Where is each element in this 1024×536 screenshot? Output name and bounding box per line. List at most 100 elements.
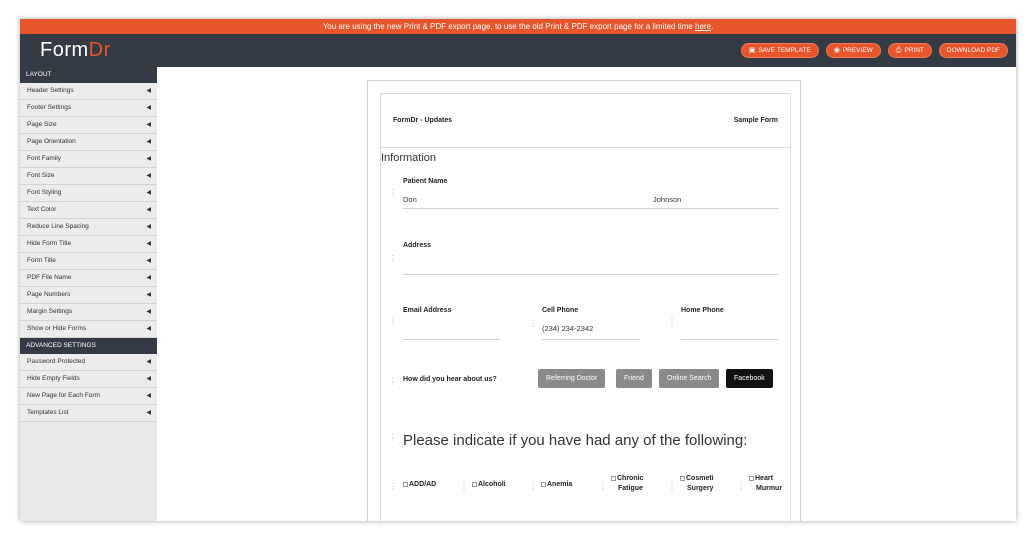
email-underline[interactable] bbox=[403, 339, 500, 340]
sidebar-item-label: Form Title bbox=[27, 257, 56, 264]
checkbox-icon bbox=[403, 481, 408, 487]
patient-name-label: Patient Name bbox=[403, 178, 448, 185]
sidebar-item-margin-settings[interactable]: Margin Settings ◀ bbox=[20, 304, 157, 321]
last-name-value[interactable]: Johnson bbox=[653, 195, 681, 204]
sidebar-item-form-title[interactable]: Form Title ◀ bbox=[20, 253, 157, 270]
printer-icon: ⎙ bbox=[895, 47, 902, 54]
pdf-preview-paper: FormDr - Updates Sample Form Information… bbox=[367, 80, 801, 521]
checkbox-icon bbox=[472, 481, 477, 487]
sidebar-item-label: Hide Empty Fields bbox=[27, 375, 80, 382]
first-name-value[interactable]: Don bbox=[403, 195, 417, 204]
download-pdf-label: DOWNLOAD PDF bbox=[946, 47, 1000, 54]
sidebar-item-hide-form-title[interactable]: Hide Form Title ◀ bbox=[20, 236, 157, 253]
formdr-logo[interactable]: FormDr bbox=[40, 39, 111, 62]
drag-handle-icon[interactable]: ⋮ bbox=[389, 483, 397, 491]
sidebar-item-page-numbers[interactable]: Page Numbers ◀ bbox=[20, 287, 157, 304]
drag-handle-icon[interactable]: ⋮ bbox=[668, 483, 676, 491]
condition-heart-murmur[interactable]: Heart Murmur bbox=[749, 474, 789, 494]
top-header: FormDr ▣ SAVE TEMPLATE ◉ PREVIEW ⎙ PRINT… bbox=[20, 34, 1016, 67]
caret-left-icon: ◀ bbox=[146, 393, 151, 399]
sidebar-item-password-protected[interactable]: Password Protected ◀ bbox=[20, 354, 157, 371]
sidebar-item-text-color[interactable]: Text Color ◀ bbox=[20, 202, 157, 219]
conditions-question: Please indicate if you have had any of t… bbox=[403, 432, 748, 449]
notice-banner: You are using the new Print & PDF export… bbox=[20, 19, 1016, 34]
drag-handle-icon[interactable]: ⋮ bbox=[599, 483, 607, 491]
checkbox-icon bbox=[749, 475, 754, 481]
option-facebook[interactable]: Facebook bbox=[726, 369, 773, 388]
sidebar-item-new-page-for-each-form[interactable]: New Page for Each Form ◀ bbox=[20, 388, 157, 405]
drag-handle-icon[interactable]: ⋮ bbox=[389, 255, 397, 263]
sidebar-item-reduce-line-spacing[interactable]: Reduce Line Spacing ◀ bbox=[20, 219, 157, 236]
save-template-button[interactable]: ▣ SAVE TEMPLATE bbox=[740, 43, 819, 58]
option-referring-doctor[interactable]: Referring Doctor bbox=[538, 369, 606, 388]
banner-here-link[interactable]: here bbox=[695, 22, 711, 31]
checkbox-icon bbox=[680, 475, 685, 481]
sidebar-item-label: Footer Settings bbox=[27, 104, 72, 111]
caret-left-icon: ◀ bbox=[146, 105, 151, 111]
caret-left-icon: ◀ bbox=[146, 376, 151, 382]
drag-handle-icon[interactable]: ⋮ bbox=[737, 483, 745, 491]
sidebar-item-font-size[interactable]: Font Size ◀ bbox=[20, 168, 157, 185]
caret-left-icon: ◀ bbox=[146, 410, 151, 416]
caret-left-icon: ◀ bbox=[146, 88, 151, 94]
caret-left-icon: ◀ bbox=[146, 224, 151, 230]
sidebar-item-header-settings[interactable]: Header Settings ◀ bbox=[20, 83, 157, 100]
condition-anemia[interactable]: Anemia bbox=[541, 480, 572, 490]
settings-sidebar: LAYOUT Header Settings ◀ Footer Settings ◀ P… bbox=[20, 67, 157, 521]
sidebar-item-label: PDF File Name bbox=[27, 274, 72, 281]
option-online-search[interactable]: Online Search bbox=[659, 369, 720, 388]
sidebar-item-label: Margin Settings bbox=[27, 308, 73, 315]
caret-left-icon: ◀ bbox=[146, 207, 151, 213]
address-underline[interactable] bbox=[403, 274, 778, 275]
patient-name-underline bbox=[403, 208, 778, 209]
sidebar-item-label: Page Size bbox=[27, 121, 57, 128]
sidebar-item-page-orientation[interactable]: Page Orientation ◀ bbox=[20, 134, 157, 151]
drag-handle-icon[interactable]: ⋮ bbox=[460, 483, 468, 491]
banner-suffix: . bbox=[711, 22, 714, 31]
drag-handle-icon[interactable]: ⋮ bbox=[389, 189, 397, 197]
condition-cosmetic-surgery[interactable]: Cosmeti Surgery bbox=[680, 474, 714, 494]
preview-button[interactable]: ◉ PREVIEW bbox=[825, 43, 881, 58]
layout-list: Header Settings ◀ Footer Settings ◀ Page Siz… bbox=[20, 83, 157, 338]
hear-about-label: How did you hear about us? bbox=[403, 376, 497, 383]
advanced-list: Password Protected ◀ Hide Empty Fields ◀ New… bbox=[20, 354, 157, 422]
sidebar-item-font-family[interactable]: Font Family ◀ bbox=[20, 151, 157, 168]
sidebar-item-page-size[interactable]: Page Size ◀ bbox=[20, 117, 157, 134]
sidebar-item-label: Page Orientation bbox=[27, 138, 76, 145]
sidebar-item-footer-settings[interactable]: Footer Settings ◀ bbox=[20, 100, 157, 117]
home-phone-underline[interactable] bbox=[681, 339, 778, 340]
eye-icon: ◉ bbox=[833, 47, 840, 54]
condition-alcoholism[interactable]: Alcoholi bbox=[472, 480, 506, 490]
section-title: Information bbox=[381, 152, 437, 164]
save-icon: ▣ bbox=[748, 47, 756, 54]
header-actions: ▣ SAVE TEMPLATE ◉ PREVIEW ⎙ PRINT DOWNLO… bbox=[740, 43, 1008, 58]
sidebar-item-font-styling[interactable]: Font Styling ◀ bbox=[20, 185, 157, 202]
sidebar-item-label: Font Family bbox=[27, 155, 61, 162]
condition-add-adhd[interactable]: ADD/AD bbox=[403, 480, 436, 490]
drag-handle-icon[interactable]: ⋮ bbox=[389, 434, 397, 442]
drag-handle-icon[interactable]: ⋮ bbox=[529, 483, 537, 491]
sidebar-item-pdf-file-name[interactable]: PDF File Name ◀ bbox=[20, 270, 157, 287]
drag-handle-icon[interactable]: ⋮ bbox=[389, 378, 397, 386]
download-pdf-button[interactable]: DOWNLOAD PDF bbox=[938, 43, 1008, 58]
sidebar-item-label: Font Styling bbox=[27, 189, 62, 196]
workspace: LAYOUT Header Settings ◀ Footer Settings ◀ P… bbox=[20, 67, 1016, 521]
drag-handle-icon[interactable]: ⋮ bbox=[668, 318, 676, 326]
sidebar-item-hide-empty-fields[interactable]: Hide Empty Fields ◀ bbox=[20, 371, 157, 388]
app-window: You are using the new Print & PDF export… bbox=[20, 19, 1016, 521]
save-template-label: SAVE TEMPLATE bbox=[758, 47, 811, 54]
cell-phone-underline bbox=[542, 339, 640, 340]
print-button[interactable]: ⎙ PRINT bbox=[887, 43, 932, 58]
layout-heading: LAYOUT bbox=[20, 67, 157, 83]
sidebar-item-show-or-hide-forms[interactable]: Show or Hide Forms ◀ bbox=[20, 321, 157, 338]
drag-handle-icon[interactable]: ⋮ bbox=[529, 320, 537, 328]
cell-phone-value[interactable]: (234) 234-2342 bbox=[542, 324, 593, 333]
sidebar-item-templates-list[interactable]: Templates List ◀ bbox=[20, 405, 157, 422]
condition-chronic-fatigue[interactable]: Chronic Fatigue bbox=[611, 474, 643, 494]
email-label: Email Address bbox=[403, 307, 452, 314]
option-friend[interactable]: Friend bbox=[616, 369, 652, 388]
caret-left-icon: ◀ bbox=[146, 173, 151, 179]
drag-handle-icon[interactable]: ⋮ bbox=[389, 318, 397, 326]
sidebar-item-label: New Page for Each Form bbox=[27, 392, 100, 399]
caret-left-icon: ◀ bbox=[146, 258, 151, 264]
